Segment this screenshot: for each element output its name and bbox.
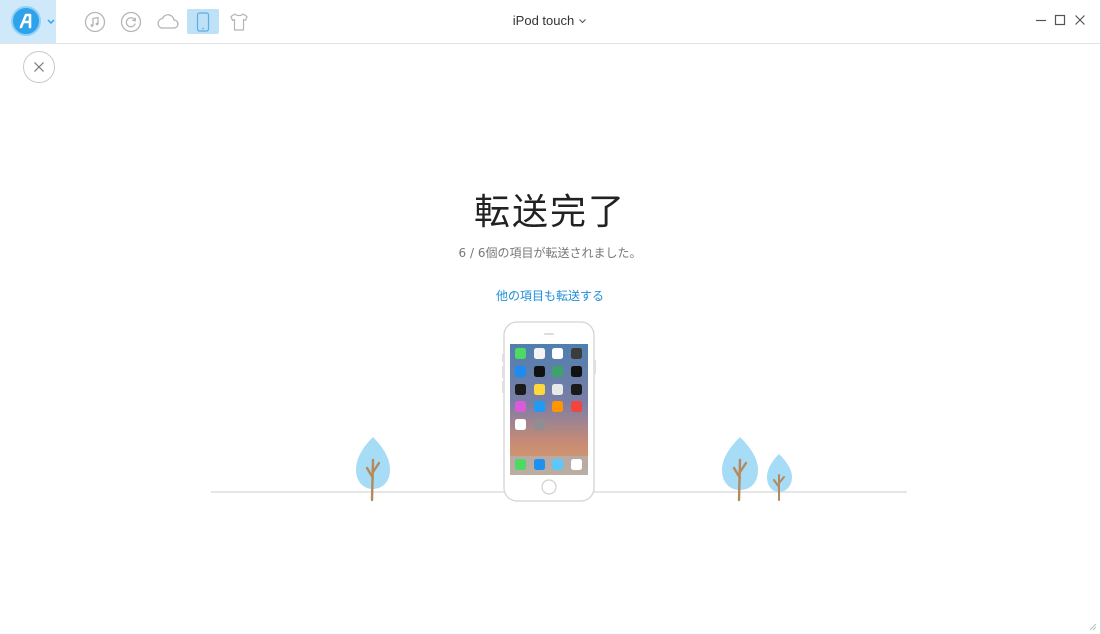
- phone-illustration: [502, 321, 596, 502]
- resize-grip-icon[interactable]: [1089, 623, 1097, 631]
- page-title: 転送完了: [473, 192, 626, 233]
- maximize-icon[interactable]: [1053, 13, 1067, 27]
- device-name[interactable]: iPod touch: [513, 13, 574, 28]
- tree-icon: [356, 437, 390, 502]
- title-bar: iPod touch: [0, 0, 1100, 44]
- app-window: iPod touch 転送完了 6 / 6個の項目が転送されました。 他の項目も…: [0, 0, 1101, 634]
- minimize-icon[interactable]: [1034, 13, 1048, 27]
- close-button[interactable]: [23, 51, 55, 83]
- device-selector[interactable]: iPod touch: [0, 13, 1100, 28]
- tree-icon: [722, 437, 758, 502]
- close-icon: [34, 62, 44, 72]
- window-close-icon[interactable]: [1073, 13, 1087, 27]
- transfer-more-link[interactable]: 他の項目も転送する: [496, 289, 604, 303]
- transfer-summary: 6 / 6個の項目が転送されました。: [458, 246, 642, 260]
- tree-icon: [767, 454, 792, 501]
- completion-illustration: [211, 321, 907, 502]
- chevron-down-icon[interactable]: [578, 17, 587, 25]
